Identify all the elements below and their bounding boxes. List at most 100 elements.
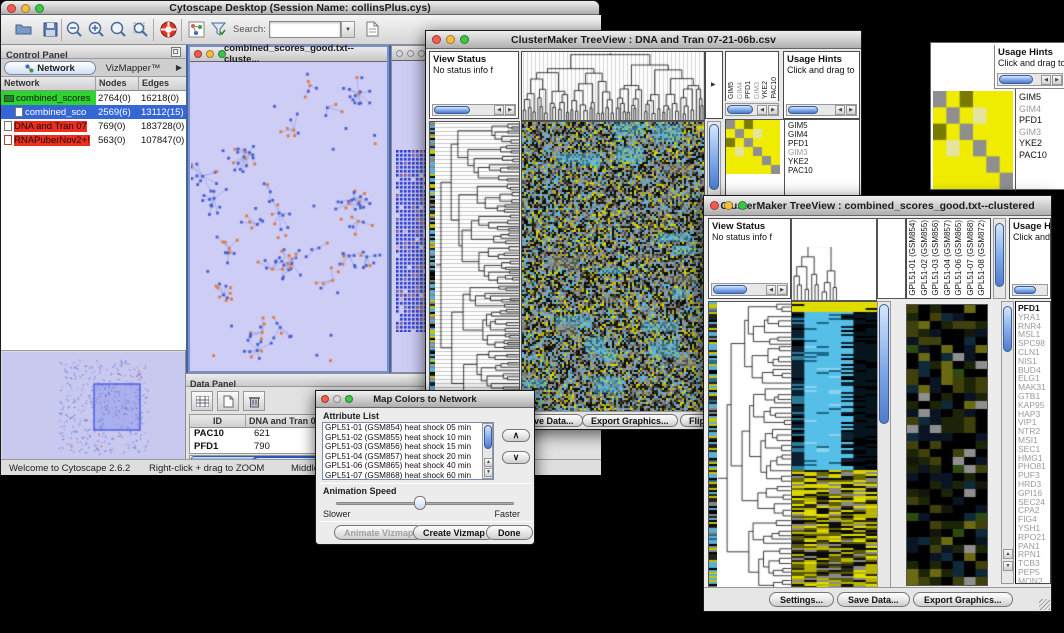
minimize-icon[interactable] <box>206 50 214 58</box>
gene-label[interactable]: YKE2 <box>1019 139 1047 151</box>
move-up-button[interactable]: ∧ <box>502 429 530 442</box>
move-down-button[interactable]: ∨ <box>502 451 530 464</box>
close-icon[interactable] <box>432 35 441 44</box>
attribute-select-button[interactable] <box>191 391 213 411</box>
genelist-vscrollbar[interactable]: ▲ ▼ <box>1001 301 1014 584</box>
treeview-combined-titlebar[interactable]: ClusterMaker TreeView : combined_scores_… <box>704 196 1051 216</box>
column-label[interactable]: PAC10 <box>771 77 778 99</box>
attribute-item[interactable]: GPL51-04 (GSM857) heat shock 20 min <box>323 452 493 462</box>
network-view-window[interactable]: combined_scores_good.txt--cluste... <box>188 45 389 373</box>
row-dendrogram[interactable] <box>435 121 520 413</box>
network-row-rnapuber[interactable]: RNAPuberNov2+! 563(0) 107847(0) <box>1 133 186 147</box>
close-icon[interactable] <box>194 50 202 58</box>
scroll-left-icon[interactable]: ◀ <box>1041 75 1051 85</box>
close-icon[interactable] <box>321 395 329 403</box>
create-vizmap-button[interactable]: Create Vizmap <box>413 525 495 540</box>
main-titlebar[interactable]: Cytoscape Desktop (Session Name: collins… <box>1 1 599 15</box>
column-dendrogram[interactable] <box>521 51 705 121</box>
save-icon[interactable] <box>39 19 61 39</box>
minimize-icon[interactable] <box>21 4 30 13</box>
minimize-icon[interactable] <box>446 35 455 44</box>
gene-label[interactable]: MON2 <box>1018 577 1050 584</box>
fragment-hscrollbar[interactable]: ◀ ▶ <box>997 73 1063 86</box>
zoom-window-icon[interactable] <box>35 4 44 13</box>
zoom-window-icon[interactable] <box>218 50 226 58</box>
zoom-hscrollbar[interactable]: ◀ ▶ <box>725 103 779 116</box>
attribute-item[interactable]: GPL51-03 (GSM856) heat shock 15 min <box>323 442 493 452</box>
gene-label[interactable]: PFD1 <box>1019 116 1047 128</box>
column-label[interactable]: GIM3 <box>754 82 761 99</box>
column-label[interactable]: GIM5 <box>728 82 735 99</box>
col-network[interactable]: Network <box>1 77 96 91</box>
gene-label[interactable]: GIM5 <box>1019 93 1047 105</box>
col-edges[interactable]: Edges <box>139 77 186 91</box>
scroll-right-icon[interactable]: ▶ <box>505 105 515 115</box>
column-label[interactable]: PFD1 <box>745 81 752 99</box>
usage-hscrollbar[interactable] <box>1012 284 1048 296</box>
column-label[interactable]: GPL51-02 (GSM855) <box>921 220 929 296</box>
scroll-left-icon[interactable]: ◀ <box>494 105 504 115</box>
gene-label[interactable]: PAC10 <box>788 167 813 176</box>
zoom-in-icon[interactable] <box>85 19 107 39</box>
scroll-up-icon[interactable]: ▲ <box>484 458 493 467</box>
column-label[interactable]: GIM4 <box>737 82 744 99</box>
global-heatmap[interactable] <box>791 301 879 591</box>
close-icon[interactable] <box>710 201 719 210</box>
scroll-up-icon[interactable]: ▲ <box>1003 549 1013 559</box>
zoom-window-icon[interactable] <box>738 201 747 210</box>
zoom-heatmap[interactable] <box>906 304 988 586</box>
expand-arrow-icon[interactable]: ▶ <box>711 81 716 88</box>
search-input[interactable] <box>269 21 341 38</box>
filter-icon[interactable] <box>207 19 229 39</box>
export-graphics-button[interactable]: Export Graphics... <box>582 414 678 427</box>
attribute-list[interactable]: GPL51-01 (GSM854) heat shock 05 min GPL5… <box>322 422 494 480</box>
done-button[interactable]: Done <box>486 525 533 540</box>
column-label[interactable]: GPL51-08 (GSM872) <box>978 220 986 296</box>
labels-vscrollbar[interactable] <box>993 218 1006 299</box>
annotation-icon[interactable] <box>361 19 383 39</box>
scroll-right-icon[interactable]: ▶ <box>768 105 778 115</box>
global-heatmap[interactable] <box>521 121 705 413</box>
scroll-right-icon[interactable]: ▶ <box>777 285 787 295</box>
scroll-left-icon[interactable]: ◀ <box>835 105 845 115</box>
col-nodes[interactable]: Nodes <box>96 77 139 91</box>
tab-overflow-icon[interactable]: ▶ <box>176 63 182 72</box>
zoom-selected-icon[interactable] <box>129 19 151 39</box>
network-row-combined-sco[interactable]: combined_sco 2569(6) 13112(15) <box>1 105 186 119</box>
save-data-button[interactable]: Save Data... <box>837 592 910 607</box>
tab-network[interactable]: Network <box>4 61 96 75</box>
network-overview-panel[interactable] <box>2 352 185 461</box>
settings-button[interactable]: Settings... <box>769 592 834 607</box>
zoom-window-icon[interactable] <box>418 50 425 57</box>
column-label[interactable]: GPL51-06 (GSM865) <box>955 220 963 296</box>
minimize-icon[interactable] <box>407 50 414 57</box>
attribute-item[interactable]: GPL51-01 (GSM854) heat shock 05 min <box>323 423 493 433</box>
view-status-hscrollbar[interactable]: ◀ ▶ <box>711 283 788 296</box>
gene-label[interactable]: PAC10 <box>1019 151 1047 163</box>
usage-hscrollbar[interactable]: ◀ ▶ <box>786 104 857 116</box>
attribute-item[interactable]: GPL51-07 (GSM868) heat shock 60 min <box>323 471 493 480</box>
scroll-down-icon[interactable]: ▼ <box>484 468 493 477</box>
zoom-fit-icon[interactable] <box>107 19 129 39</box>
speed-slider-thumb[interactable] <box>414 496 426 510</box>
close-icon[interactable] <box>396 50 403 57</box>
column-label[interactable]: GPL51-03 (GSM856) <box>932 220 940 296</box>
col-id[interactable]: ID <box>190 415 246 428</box>
network-row-combined-scores[interactable]: combined_scores 2764(0) 16218(0) <box>1 91 186 105</box>
zoom-matrix-heatmap[interactable] <box>933 91 1013 189</box>
scroll-right-icon[interactable]: ▶ <box>1052 75 1062 85</box>
column-dendrogram[interactable] <box>791 218 877 301</box>
tab-vizmapper[interactable]: VizMapper™ <box>98 61 168 75</box>
minimize-icon[interactable] <box>724 201 733 210</box>
delete-attribute-button[interactable] <box>243 391 265 411</box>
column-label[interactable]: YKE2 <box>762 81 769 99</box>
float-panel-icon[interactable] <box>171 47 181 57</box>
attribute-item[interactable]: GPL51-06 (GSM865) heat shock 40 min <box>323 461 493 471</box>
column-label[interactable]: GPL51-04 (GSM857) <box>944 220 952 296</box>
scroll-right-icon[interactable]: ▶ <box>846 105 856 115</box>
zoom-matrix-heatmap[interactable] <box>726 120 780 174</box>
attribute-item[interactable]: GPL51-02 (GSM855) heat shock 10 min <box>323 433 493 443</box>
column-label[interactable]: GPL51-07 (GSM868) <box>967 220 975 296</box>
view-status-hscrollbar[interactable]: ◀ ▶ <box>432 104 516 116</box>
open-file-icon[interactable] <box>13 19 35 39</box>
